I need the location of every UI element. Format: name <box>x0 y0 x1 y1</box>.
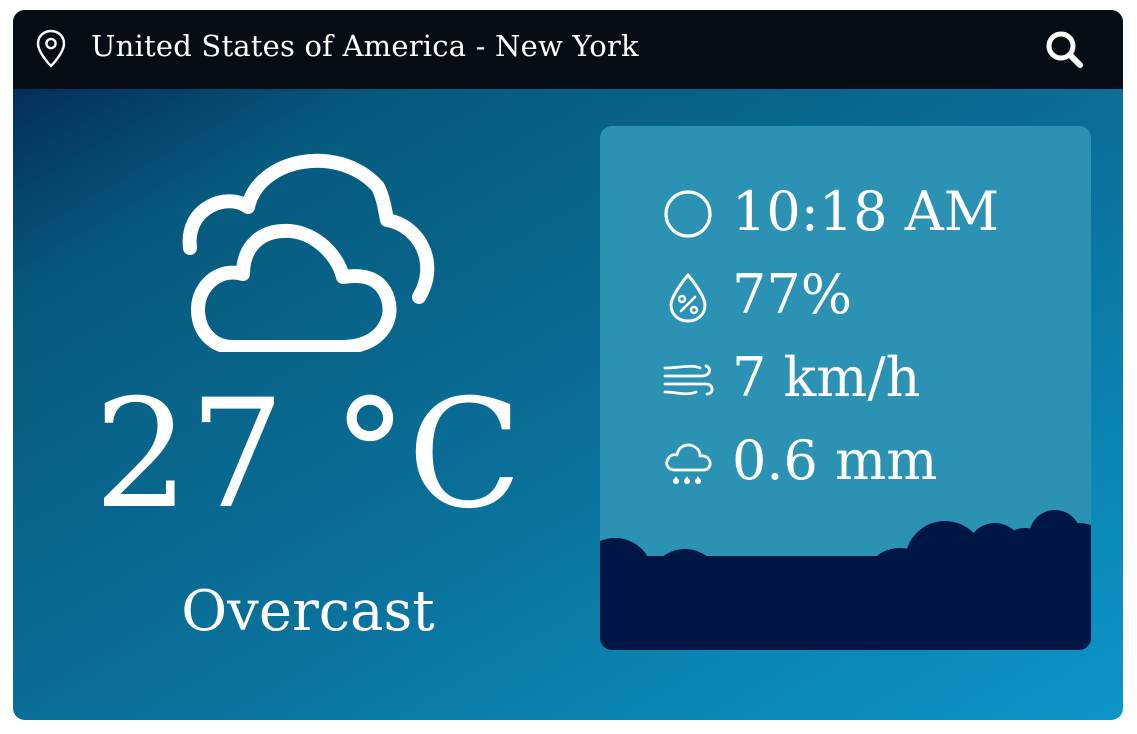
humidity-drop-icon <box>669 273 707 323</box>
cloudy-icon <box>182 153 435 352</box>
precipitation-value: 0.6 mm <box>732 429 938 492</box>
clouds-decoration <box>600 510 1091 650</box>
clock-circle-icon <box>664 190 712 238</box>
map-pin-icon <box>36 29 66 68</box>
location-bar: United States of America - New York <box>13 10 1123 89</box>
temperature: 27 °C <box>93 368 523 542</box>
time-value: 10:18 AM <box>732 180 1000 243</box>
wind-value: 7 km/h <box>732 346 921 409</box>
humidity-value: 77% <box>732 263 853 326</box>
location-label: United States of America - New York <box>91 29 639 63</box>
wind-icon <box>663 364 714 396</box>
weather-widget: United States of America - New York 27 °… <box>13 10 1123 720</box>
details-panel: 10:18 AM 77% 7 km/h 0.6 mm <box>600 126 1091 650</box>
rain-cloud-icon <box>665 443 712 484</box>
condition-label: Overcast <box>181 579 435 644</box>
search-icon[interactable] <box>1043 28 1085 70</box>
